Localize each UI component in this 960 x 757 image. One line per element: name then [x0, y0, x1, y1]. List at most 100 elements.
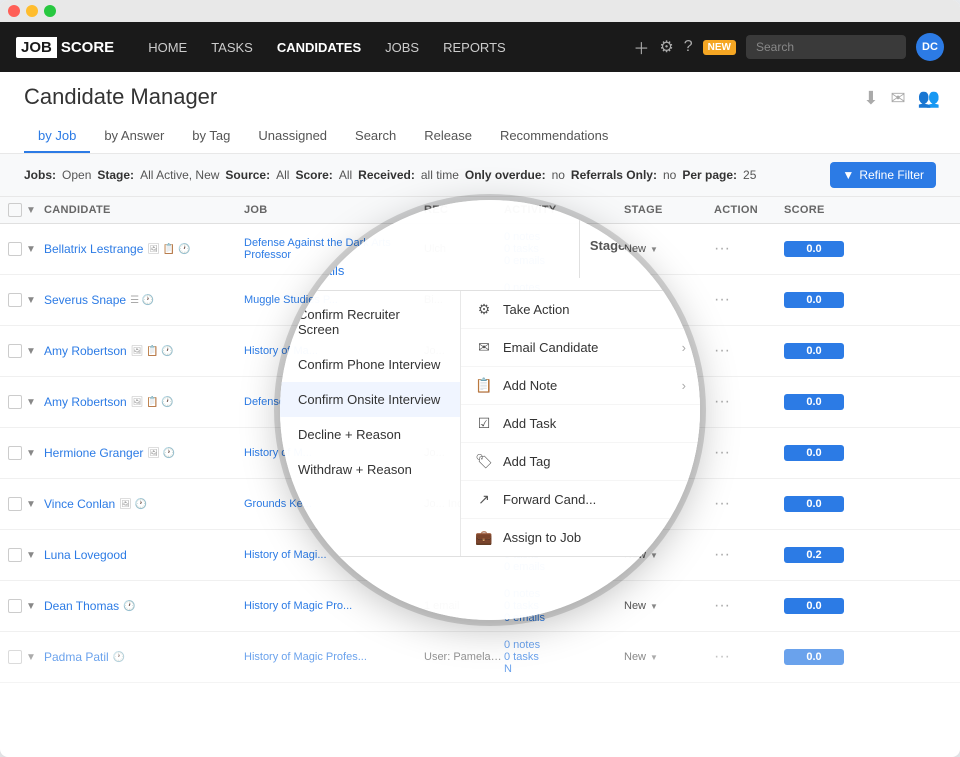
- tasks-link-8[interactable]: 0 tasks: [504, 651, 624, 663]
- nav-home[interactable]: HOME: [138, 34, 197, 61]
- group-icon[interactable]: 👥: [918, 88, 940, 109]
- stage-dropdown-arrow-0[interactable]: ▼: [650, 245, 658, 254]
- action-dots-2[interactable]: ···: [714, 342, 784, 360]
- nav-reports[interactable]: REPORTS: [433, 34, 516, 61]
- row-checkbox-8[interactable]: [8, 650, 22, 664]
- action-dots-8[interactable]: ···: [714, 648, 784, 666]
- action-assign-to-job[interactable]: 💼 Assign to Job: [461, 519, 700, 556]
- score-value: All: [339, 168, 352, 182]
- row-checkbox-7[interactable]: [8, 599, 22, 613]
- row-expand-7[interactable]: ▼: [26, 601, 36, 612]
- jobs-value: Open: [62, 168, 91, 182]
- action-email-candidate[interactable]: ✉ Email Candidate ›: [461, 329, 700, 367]
- row-checkbox-2[interactable]: [8, 344, 22, 358]
- row-expand-4[interactable]: ▼: [26, 448, 36, 459]
- stage-cell-8: New▼: [624, 651, 714, 663]
- action-dots-1[interactable]: ···: [714, 291, 784, 309]
- row-checkbox-4[interactable]: [8, 446, 22, 460]
- stage-option-withdraw[interactable]: Withdraw + Reason: [280, 452, 460, 487]
- settings-icon[interactable]: ⚙: [659, 37, 673, 57]
- notes-link-8[interactable]: 0 notes: [504, 639, 624, 651]
- candidate-name-0[interactable]: Bellatrix Lestrange🖼 📋 🕐: [44, 242, 244, 256]
- nav-candidates[interactable]: CANDIDATES: [267, 34, 371, 61]
- action-add-task[interactable]: ☑ Add Task: [461, 405, 700, 443]
- tab-bar: by Job by Answer by Tag Unassigned Searc…: [24, 120, 936, 153]
- row-expand-3[interactable]: ▼: [26, 397, 36, 408]
- add-icon[interactable]: ＋: [633, 35, 649, 59]
- score-badge-7: 0.0: [784, 598, 844, 614]
- action-add-tag[interactable]: 🏷 Add Tag: [461, 443, 700, 481]
- overdue-value: no: [552, 168, 565, 182]
- tab-by-job[interactable]: by Job: [24, 120, 90, 153]
- row-checkbox-1[interactable]: [8, 293, 22, 307]
- job-name-7[interactable]: History of Magic Pro...: [244, 600, 424, 612]
- candidate-name-5[interactable]: Vince Conlan🖼 🕐: [44, 497, 244, 511]
- per-page-value: 25: [743, 168, 756, 182]
- email-icon[interactable]: ✉: [890, 88, 905, 109]
- tab-by-tag[interactable]: by Tag: [178, 120, 244, 153]
- action-dots-5[interactable]: ···: [714, 495, 784, 513]
- new-badge[interactable]: NEW: [703, 40, 736, 55]
- add-note-arrow: ›: [682, 378, 686, 393]
- candidate-name-7[interactable]: Dean Thomas🕐: [44, 599, 244, 613]
- candidate-name-6[interactable]: Luna Lovegood: [44, 548, 244, 562]
- stage-option-decline[interactable]: Decline + Reason: [280, 417, 460, 452]
- candidate-name-2[interactable]: Amy Robertson🖼 📋 🕐: [44, 344, 244, 358]
- email-candidate-icon: ✉: [475, 339, 493, 356]
- row-checkbox-6[interactable]: [8, 548, 22, 562]
- refine-filter-button[interactable]: ▼ Refine Filter: [830, 162, 936, 188]
- tab-release[interactable]: Release: [410, 120, 486, 153]
- avatar[interactable]: DC: [916, 33, 944, 61]
- help-icon[interactable]: ?: [684, 38, 693, 56]
- row-expand-1[interactable]: ▼: [26, 295, 36, 306]
- tab-unassigned[interactable]: Unassigned: [244, 120, 341, 153]
- stage-dropdown-arrow-8[interactable]: ▼: [650, 653, 658, 662]
- download-icon[interactable]: ⬇: [863, 88, 878, 109]
- minimize-dot[interactable]: [26, 5, 38, 17]
- tab-recommendations[interactable]: Recommendations: [486, 120, 622, 153]
- source-label: Source:: [225, 168, 270, 182]
- action-forward-candidate[interactable]: ↗ Forward Cand...: [461, 481, 700, 519]
- candidate-name-8[interactable]: Padma Patil🕐: [44, 650, 244, 664]
- expand-all-arrow[interactable]: ▼: [26, 205, 36, 216]
- stage-option-recruiter-screen[interactable]: Confirm Recruiter Screen: [280, 297, 460, 347]
- job-name-8[interactable]: History of Magic Profes...: [244, 651, 424, 663]
- select-all-checkbox[interactable]: [8, 203, 22, 217]
- maximize-dot[interactable]: [44, 5, 56, 17]
- add-note-icon: 📋: [475, 377, 493, 394]
- row-expand-8[interactable]: ▼: [26, 652, 36, 663]
- row-checkbox-0[interactable]: [8, 242, 22, 256]
- tab-search[interactable]: Search: [341, 120, 410, 153]
- action-dots-7[interactable]: ···: [714, 597, 784, 615]
- action-dots-0[interactable]: ···: [714, 240, 784, 258]
- nav-jobs[interactable]: JOBS: [375, 34, 429, 61]
- stage-dropdown-arrow-7[interactable]: ▼: [650, 602, 658, 611]
- action-dots-6[interactable]: ···: [714, 546, 784, 564]
- row-checkbox-5[interactable]: [8, 497, 22, 511]
- action-take-action[interactable]: ⚙ Take Action: [461, 291, 700, 329]
- stage-option-phone-interview[interactable]: Confirm Phone Interview: [280, 347, 460, 382]
- page-title: Candidate Manager: [24, 84, 936, 110]
- take-action-label: Take Action: [503, 302, 570, 317]
- action-dots-3[interactable]: ···: [714, 393, 784, 411]
- add-tag-icon: 🏷: [475, 453, 493, 470]
- nav-tasks[interactable]: TASKS: [201, 34, 263, 61]
- close-dot[interactable]: [8, 5, 20, 17]
- row-expand-6[interactable]: ▼: [26, 550, 36, 561]
- row-expand-2[interactable]: ▼: [26, 346, 36, 357]
- email-candidate-label: Email Candidate: [503, 340, 598, 355]
- search-input[interactable]: [746, 35, 906, 59]
- row-expand-5[interactable]: ▼: [26, 499, 36, 510]
- candidate-name-4[interactable]: Hermione Granger🖼 🕐: [44, 446, 244, 460]
- tab-by-answer[interactable]: by Answer: [90, 120, 178, 153]
- action-dots-4[interactable]: ···: [714, 444, 784, 462]
- forward-candidate-label: Forward Cand...: [503, 492, 596, 507]
- stage-option-onsite-interview[interactable]: Confirm Onsite Interview: [280, 382, 460, 417]
- row-expand-0[interactable]: ▼: [26, 244, 36, 255]
- action-add-note[interactable]: 📋 Add Note ›: [461, 367, 700, 405]
- row-checkbox-3[interactable]: [8, 395, 22, 409]
- refine-filter-label: Refine Filter: [859, 168, 924, 182]
- candidate-name-1[interactable]: Severus Snape☰ 🕐: [44, 293, 244, 307]
- emails-link-8[interactable]: N: [504, 663, 624, 675]
- candidate-name-3[interactable]: Amy Robertson🖼 📋 🕐: [44, 395, 244, 409]
